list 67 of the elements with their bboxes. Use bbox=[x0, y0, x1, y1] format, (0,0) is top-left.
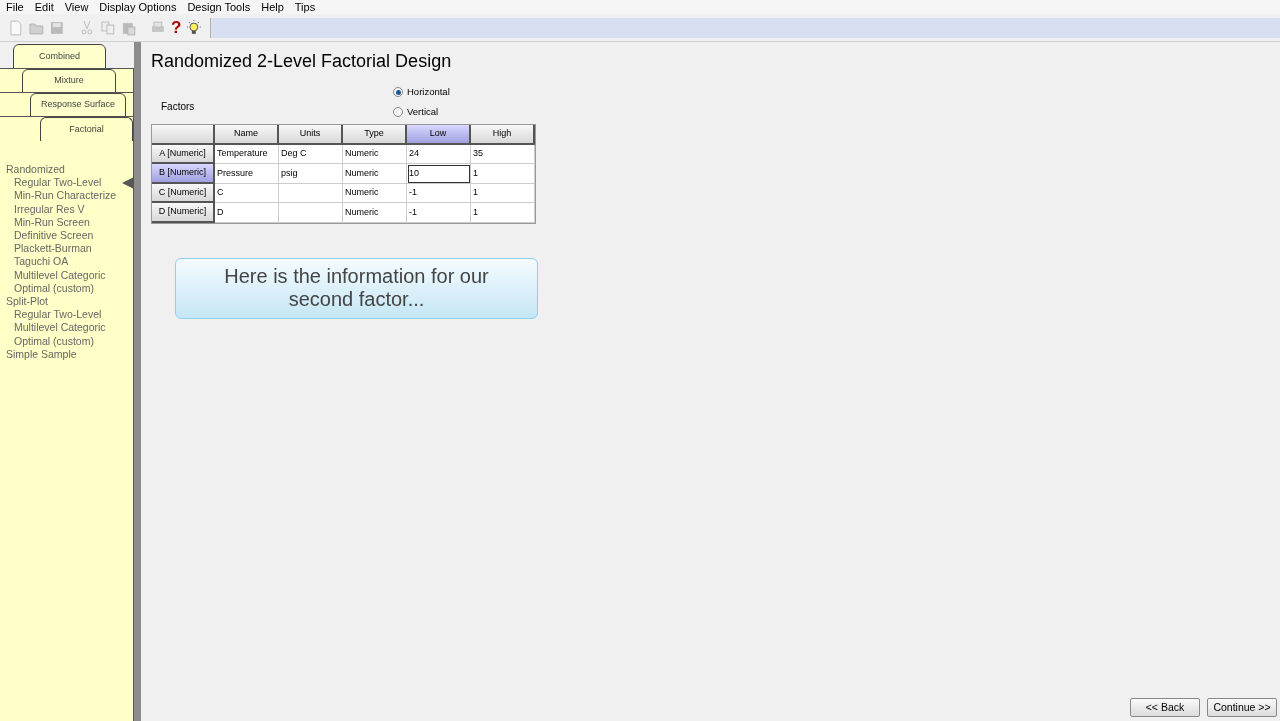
menu-item[interactable]: View bbox=[64, 0, 89, 16]
tab[interactable]: Factorial bbox=[40, 117, 133, 141]
table-cell: D bbox=[215, 203, 279, 223]
sidebar-item[interactable]: Multilevel Categoric bbox=[0, 268, 133, 282]
sidebar-item[interactable]: Min-Run Screen bbox=[0, 215, 133, 229]
corner-header bbox=[152, 124, 215, 145]
continue-button[interactable]: Continue >> bbox=[1207, 698, 1277, 717]
callout-bubble: Here is the information for our second factor... bbox=[175, 257, 538, 319]
sidebar-item[interactable]: Regular Two-Level bbox=[0, 308, 133, 322]
sidebar-item[interactable]: Optimal (custom) bbox=[0, 334, 133, 348]
column-header[interactable]: Name bbox=[215, 124, 279, 145]
table-cell: C bbox=[215, 183, 279, 203]
back-button[interactable]: << Back bbox=[1130, 698, 1200, 717]
table-cell: 1 bbox=[471, 203, 535, 223]
splitter-bar[interactable] bbox=[134, 42, 141, 721]
table-cell: Deg C bbox=[279, 144, 343, 164]
menu-item[interactable]: Display Options bbox=[99, 0, 177, 16]
sidebar-item[interactable]: Split-Plot bbox=[0, 295, 133, 309]
table-cell: Pressure bbox=[215, 164, 279, 184]
sidebar-item[interactable]: Simple Sample bbox=[0, 347, 133, 362]
column-header[interactable]: Units bbox=[279, 124, 343, 145]
menu-item[interactable]: Design Tools bbox=[187, 0, 251, 16]
sidebar-item[interactable]: Min-Run Characterize bbox=[0, 189, 133, 203]
table-cell: 35 bbox=[471, 144, 535, 164]
table-cell: Numeric bbox=[343, 203, 407, 223]
tab[interactable]: Response Surface bbox=[30, 93, 126, 117]
menu-item[interactable]: Help bbox=[261, 0, 284, 16]
radio-button[interactable] bbox=[393, 87, 403, 98]
table-cell: -1 bbox=[407, 203, 471, 223]
column-header[interactable]: High bbox=[471, 124, 535, 145]
row-header[interactable]: B [Numeric] bbox=[152, 164, 215, 184]
table-cell: -1 bbox=[407, 183, 471, 203]
radio-button[interactable] bbox=[393, 107, 403, 118]
radio-option[interactable]: Horizontal bbox=[393, 85, 450, 100]
menu-item[interactable]: Edit bbox=[34, 0, 54, 16]
table-cell: 24 bbox=[407, 144, 471, 164]
radio-label: Horizontal bbox=[407, 85, 450, 99]
table-cell: Numeric bbox=[343, 183, 407, 203]
light-bulb-icon[interactable] bbox=[186, 19, 202, 36]
factors-label: Factors bbox=[161, 100, 196, 114]
sidebar-item[interactable]: Randomized bbox=[0, 163, 133, 177]
table-cell: Temperature bbox=[215, 144, 279, 164]
menu-item[interactable]: Tips bbox=[294, 0, 316, 16]
table-cell[interactable]: 10 bbox=[407, 164, 471, 184]
column-header[interactable]: Low bbox=[407, 124, 471, 145]
table-cell: Numeric bbox=[343, 144, 407, 164]
sidebar-item[interactable]: Multilevel Categoric bbox=[0, 321, 133, 335]
table-cell: 1 bbox=[471, 183, 535, 203]
tab[interactable]: Combined bbox=[13, 44, 106, 69]
column-header[interactable]: Type bbox=[343, 124, 407, 145]
sidebar-item[interactable]: Optimal (custom) bbox=[0, 281, 133, 296]
sidebar-item[interactable]: Plackett-Burman bbox=[0, 242, 133, 256]
table-cell: 1 bbox=[471, 164, 535, 184]
table-cell: Numeric bbox=[343, 164, 407, 184]
page-title: Randomized 2-Level Factorial Design bbox=[151, 50, 453, 73]
radio-option[interactable]: Vertical bbox=[393, 105, 450, 120]
row-header[interactable]: D [Numeric] bbox=[152, 203, 215, 223]
row-header[interactable]: A [Numeric] bbox=[152, 144, 215, 164]
sidebar-item[interactable]: Definitive Screen bbox=[0, 229, 133, 243]
sidebar-item[interactable]: Taguchi OA bbox=[0, 255, 133, 269]
radio-label: Vertical bbox=[407, 105, 439, 120]
table-cell: psig bbox=[279, 164, 343, 184]
menu-item[interactable]: File bbox=[6, 0, 24, 16]
sidebar-item[interactable]: Irregular Res V bbox=[0, 202, 133, 216]
tab[interactable]: Mixture bbox=[22, 69, 116, 93]
row-header[interactable]: C [Numeric] bbox=[152, 183, 215, 203]
help-button[interactable]: ? bbox=[170, 19, 182, 36]
